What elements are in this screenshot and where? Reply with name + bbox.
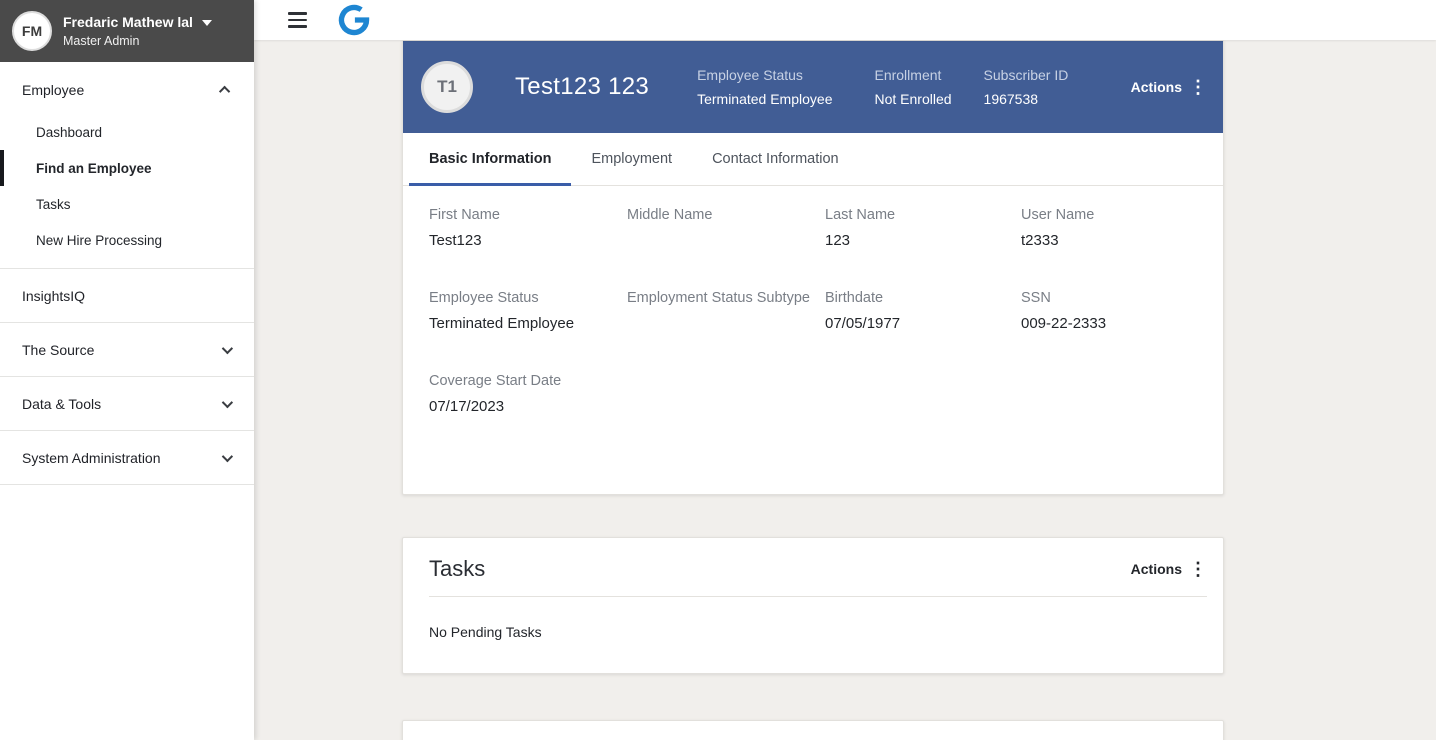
sidebar-item-new-hire-processing[interactable]: New Hire Processing (0, 222, 254, 258)
sidebar-item-employee[interactable]: Employee (0, 66, 254, 114)
stat-value: Terminated Employee (697, 91, 832, 107)
brand-logo[interactable] (337, 1, 371, 39)
caret-down-icon (202, 20, 212, 26)
sidebar-item-find-an-employee[interactable]: Find an Employee (0, 150, 254, 186)
user-meta: Fredaric Mathew lal Master Admin (63, 14, 212, 48)
content-area: T1 Test123 123 Employee Status Terminate… (254, 40, 1436, 740)
employee-name: Test123 123 (515, 73, 649, 101)
basic-information-fields: First Name Test123 Middle Name Last Name… (403, 186, 1223, 494)
sidebar-item-system-administration[interactable]: System Administration (0, 431, 254, 485)
sidebar-item-label: InsightsIQ (22, 288, 85, 304)
tab-employment[interactable]: Employment (571, 133, 692, 185)
sidebar-group-employee: Employee Dashboard Find an Employee Task… (0, 66, 254, 269)
chevron-up-icon (219, 86, 230, 97)
stat-label: Employee Status (697, 67, 832, 83)
employee-status-stat: Employee Status Terminated Employee (697, 67, 832, 107)
tasks-card: Tasks Actions ⋮ No Pending Tasks (402, 537, 1224, 674)
field-employee-status: Employee Status Terminated Employee (429, 290, 627, 333)
field-first-name: First Name Test123 (429, 207, 627, 250)
employee-tab-bar: Basic Information Employment Contact Inf… (403, 133, 1223, 186)
sidebar-item-dashboard[interactable]: Dashboard (0, 114, 254, 150)
field-coverage-start-date: Coverage Start Date 07/17/2023 (429, 373, 627, 416)
tab-contact-information[interactable]: Contact Information (692, 133, 859, 185)
field-user-name: User Name t2333 (1021, 207, 1197, 250)
user-avatar: FM (12, 11, 52, 51)
menu-icon[interactable] (286, 8, 309, 32)
benefits-card-header: Benefits & Family Actions ⋮ (403, 721, 1223, 740)
employee-avatar: T1 (421, 61, 473, 113)
chevron-down-icon (222, 396, 233, 407)
app-root: FM Fredaric Mathew lal Master Admin Empl… (0, 0, 1436, 740)
enrollment-stat: Enrollment Not Enrolled (874, 67, 951, 107)
actions-label: Actions (1131, 561, 1182, 577)
sidebar: FM Fredaric Mathew lal Master Admin Empl… (0, 0, 254, 740)
user-role: Master Admin (63, 34, 212, 48)
g-logo-icon (337, 1, 371, 39)
employee-actions-button[interactable]: Actions ⋮ (1131, 78, 1207, 96)
employee-card: T1 Test123 123 Employee Status Terminate… (402, 40, 1224, 495)
field-middle-name: Middle Name (627, 207, 825, 250)
actions-label: Actions (1131, 79, 1182, 95)
vertical-dots-icon: ⋮ (1189, 560, 1207, 578)
sidebar-item-label: The Source (22, 342, 94, 358)
sidebar-item-insightsiq[interactable]: InsightsIQ (0, 269, 254, 323)
topbar (254, 0, 1436, 40)
main-area: T1 Test123 123 Employee Status Terminate… (254, 0, 1436, 740)
sidebar-item-label: Employee (22, 82, 84, 98)
stat-label: Enrollment (874, 67, 951, 83)
sidebar-item-label: Data & Tools (22, 396, 101, 412)
user-menu[interactable]: FM Fredaric Mathew lal Master Admin (0, 0, 254, 62)
subscriber-id-stat: Subscriber ID 1967538 (984, 67, 1069, 107)
employee-header: T1 Test123 123 Employee Status Terminate… (403, 41, 1223, 133)
vertical-dots-icon: ⋮ (1189, 78, 1207, 96)
sidebar-item-label: System Administration (22, 450, 161, 466)
tasks-actions-button[interactable]: Actions ⋮ (1131, 560, 1207, 578)
sidebar-item-the-source[interactable]: The Source (0, 323, 254, 377)
chevron-down-icon (222, 450, 233, 461)
sidebar-item-tasks[interactable]: Tasks (0, 186, 254, 222)
tab-basic-information[interactable]: Basic Information (409, 133, 571, 185)
stat-value: Not Enrolled (874, 91, 951, 107)
stat-label: Subscriber ID (984, 67, 1069, 83)
field-employment-status-subtype: Employment Status Subtype (627, 290, 825, 333)
tasks-title: Tasks (429, 556, 485, 582)
field-ssn: SSN 009-22-2333 (1021, 290, 1197, 333)
stat-value: 1967538 (984, 91, 1069, 107)
sidebar-nav: Employee Dashboard Find an Employee Task… (0, 62, 254, 740)
tasks-empty-message: No Pending Tasks (403, 597, 1223, 673)
field-birthdate: Birthdate 07/05/1977 (825, 290, 1021, 333)
tasks-card-header: Tasks Actions ⋮ (403, 538, 1223, 596)
benefits-card: Benefits & Family Actions ⋮ (402, 720, 1224, 740)
field-last-name: Last Name 123 (825, 207, 1021, 250)
sidebar-item-data-and-tools[interactable]: Data & Tools (0, 377, 254, 431)
user-name: Fredaric Mathew lal (63, 14, 193, 30)
chevron-down-icon (222, 342, 233, 353)
